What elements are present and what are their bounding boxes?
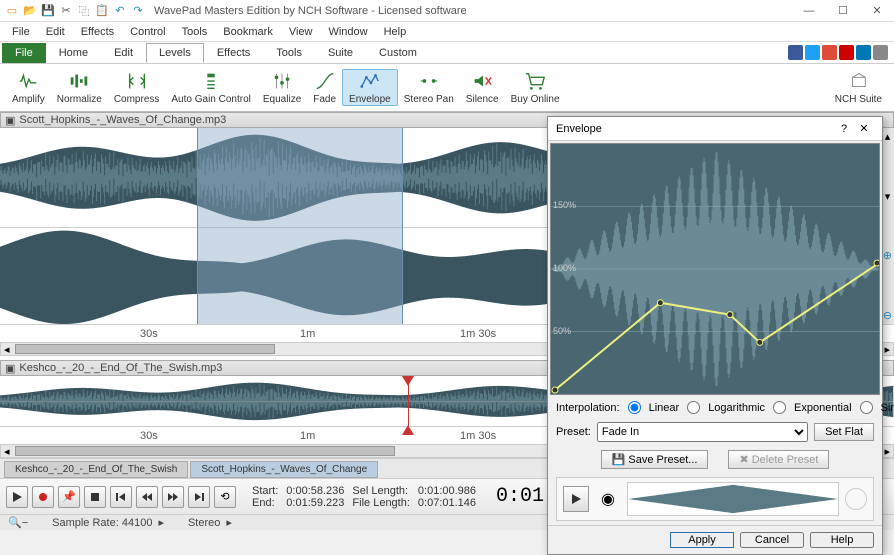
dialog-titlebar[interactable]: Envelope ? ✕ [548,117,882,141]
tab-effects[interactable]: Effects [204,43,263,63]
menu-control[interactable]: Control [122,26,173,38]
interp-log[interactable] [687,401,700,414]
window-title: WavePad Masters Edition by NCH Software … [154,5,796,17]
tool-fade[interactable]: Fade [307,70,342,105]
preset-row: Preset: Fade In Set Flat [548,418,882,446]
tool-nchsuite[interactable]: NCH Suite [829,70,888,105]
tool-agc[interactable]: Auto Gain Control [165,70,257,105]
new-icon[interactable]: ▭ [4,3,20,19]
preview-play-button[interactable] [563,486,589,512]
file-tab-keshco[interactable]: Keshco_-_20_-_End_Of_The_Swish [4,461,188,478]
menu-tools[interactable]: Tools [174,26,216,38]
skip-start-button[interactable] [110,486,132,508]
record-button[interactable] [32,486,54,508]
time-info: Start:0:00:58.236 Sel Length:0:01:00.986… [252,485,476,509]
share-icon[interactable] [873,45,888,60]
menu-edit[interactable]: Edit [38,26,73,38]
redo-icon[interactable]: ↷ [130,3,146,19]
facebook-icon[interactable] [788,45,803,60]
delete-preset-button[interactable]: ✖ Delete Preset [728,450,829,469]
tab-tools[interactable]: Tools [263,43,315,63]
menu-view[interactable]: View [281,26,321,38]
open-icon[interactable]: 📂 [22,3,38,19]
pin-button[interactable]: 📌 [58,486,80,508]
preview-waveform [627,482,839,516]
stop-button[interactable] [84,486,106,508]
linkedin-icon[interactable] [856,45,871,60]
tab-file[interactable]: File [2,43,46,63]
minimize-button[interactable]: — [796,2,822,20]
cancel-button[interactable]: Cancel [740,532,804,548]
interpolation-row: Interpolation: Linear Logarithmic Expone… [548,397,882,418]
dialog-help-icon[interactable]: ? [834,123,854,135]
menu-file[interactable]: File [4,26,38,38]
play-button[interactable] [6,486,28,508]
preview-level-icon[interactable] [845,488,867,510]
tool-stereopan[interactable]: Stereo Pan [398,70,460,105]
tool-equalize[interactable]: Equalize [257,70,307,105]
twitter-icon[interactable] [805,45,820,60]
save-preset-button[interactable]: 💾 Save Preset... [601,450,709,469]
tab-home[interactable]: Home [46,43,101,63]
menu-help[interactable]: Help [376,26,415,38]
interp-linear[interactable] [628,401,641,414]
menu-bookmark[interactable]: Bookmark [215,26,281,38]
menu-window[interactable]: Window [320,26,375,38]
tool-normalize[interactable]: Normalize [51,70,108,105]
dialog-close-icon[interactable]: ✕ [854,122,874,135]
maximize-button[interactable]: ☐ [830,2,856,20]
copy-icon[interactable]: ⿻ [76,3,92,19]
menu-effects[interactable]: Effects [73,26,122,38]
file-tab-scott[interactable]: Scott_Hopkins_-_Waves_Of_Change [190,461,378,478]
forward-button[interactable] [162,486,184,508]
rewind-button[interactable] [136,486,158,508]
envelope-dialog: Envelope ? ✕ 150% 100% 50% Interpolation… [547,116,883,555]
tool-compress[interactable]: Compress [108,70,166,105]
quick-access-toolbar: ▭ 📂 💾 ✂ ⿻ 📋 ↶ ↷ [4,3,146,19]
dialog-preview: ◉ [556,477,874,521]
tab-levels[interactable]: Levels [146,43,204,63]
tool-buyonline[interactable]: Buy Online [505,70,566,105]
envelope-graph[interactable]: 150% 100% 50% [550,143,880,395]
set-flat-button[interactable]: Set Flat [814,423,874,441]
paste-icon[interactable]: 📋 [94,3,110,19]
save-icon[interactable]: 💾 [40,3,56,19]
preset-select[interactable]: Fade In [597,422,808,442]
title-bar: ▭ 📂 💾 ✂ ⿻ 📋 ↶ ↷ WavePad Masters Edition … [0,0,894,22]
interp-exp[interactable] [773,401,786,414]
preview-loop-button[interactable]: ◉ [595,486,621,512]
tab-suite[interactable]: Suite [315,43,366,63]
interp-sin[interactable] [860,401,873,414]
ribbon-tabs: File Home Edit Levels Effects Tools Suit… [0,42,894,64]
tab-custom[interactable]: Custom [366,43,430,63]
collapse-icon[interactable]: ▣ [5,362,15,375]
help-button[interactable]: Help [810,532,874,548]
zoom-out-icon[interactable]: 🔍− [8,516,28,529]
collapse-icon[interactable]: ▣ [5,114,15,127]
apply-button[interactable]: Apply [670,532,734,548]
googleplus-icon[interactable] [822,45,837,60]
tool-amplify[interactable]: Amplify [6,70,51,105]
skip-end-button[interactable] [188,486,210,508]
youtube-icon[interactable] [839,45,854,60]
tool-envelope[interactable]: Envelope [342,69,398,106]
tab-edit[interactable]: Edit [101,43,146,63]
close-button[interactable]: ✕ [864,2,890,20]
loop-button[interactable]: ⟲ [214,486,236,508]
menu-bar: File Edit Effects Control Tools Bookmark… [0,22,894,42]
cut-icon[interactable]: ✂ [58,3,74,19]
ribbon-toolbar: Amplify Normalize Compress Auto Gain Con… [0,64,894,112]
undo-icon[interactable]: ↶ [112,3,128,19]
tool-silence[interactable]: Silence [460,70,505,105]
